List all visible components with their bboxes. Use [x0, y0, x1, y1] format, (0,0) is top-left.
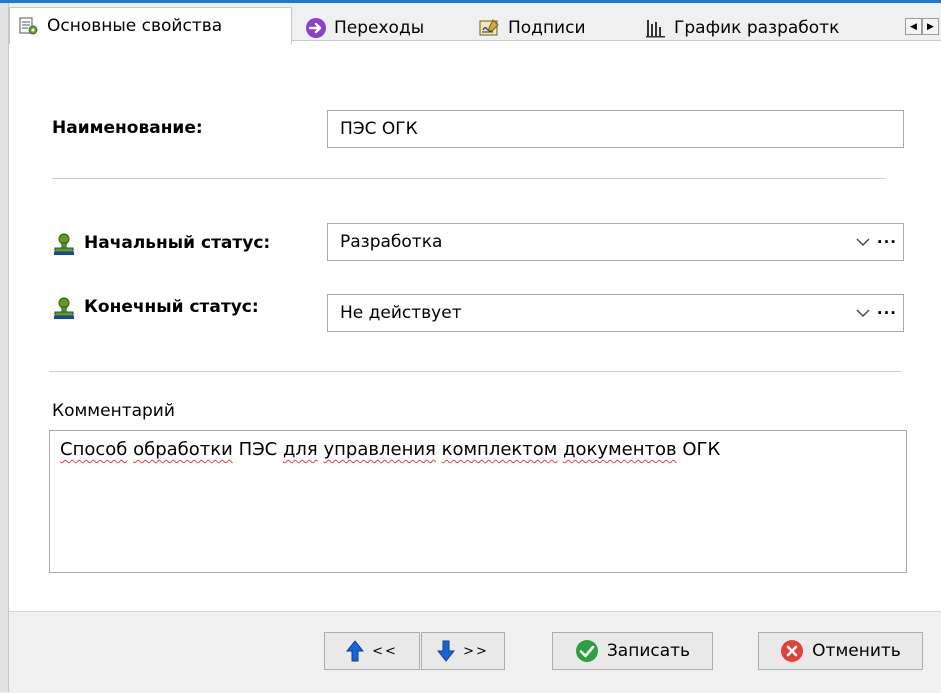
tab-label: Переходы	[334, 17, 425, 38]
chevron-down-icon[interactable]	[856, 224, 870, 260]
end-status-combobox[interactable]: Не действует ···	[327, 294, 904, 332]
start-status-value: Разработка	[340, 232, 443, 252]
chevron-down-icon[interactable]	[856, 295, 870, 331]
arrow-down-icon	[437, 640, 456, 662]
comment-word: управления	[323, 439, 436, 460]
comment-word: документов	[563, 439, 677, 460]
previous-label: <<	[372, 643, 398, 659]
comment-textarea[interactable]: Способ обработки ПЭС для управления комп…	[49, 430, 907, 573]
window-left-border	[0, 3, 9, 692]
tab-scroll-left-button[interactable]: ◀	[905, 18, 922, 35]
comment-label: Комментарий	[52, 401, 175, 421]
start-status-combobox[interactable]: Разработка ···	[327, 223, 904, 261]
ellipsis-button[interactable]: ···	[877, 295, 897, 331]
bar-chart-icon	[646, 19, 665, 37]
next-label: >>	[463, 643, 489, 659]
comment-word: ОГК	[682, 439, 721, 460]
save-button[interactable]: Записать	[552, 632, 713, 670]
cancel-label: Отменить	[812, 641, 901, 661]
transition-arrow-icon	[306, 17, 326, 38]
save-label: Записать	[606, 641, 691, 661]
tab-label: Основные свойства	[47, 16, 223, 36]
check-circle-icon	[575, 640, 598, 662]
comment-word: Способ	[60, 439, 128, 460]
cancel-button[interactable]: Отменить	[758, 632, 923, 670]
status-stamp-icon	[54, 297, 74, 319]
comment-word: ПЭС	[238, 439, 278, 460]
tab-scroll-right-button[interactable]: ▶	[922, 18, 939, 35]
cancel-circle-icon	[781, 640, 804, 662]
tab-bar: Основные свойства Переходы Подписи Графи…	[9, 3, 941, 44]
comment-word: обработки	[133, 439, 233, 460]
name-label: Наименование:	[52, 118, 203, 138]
separator	[49, 371, 901, 372]
comment-word: комплектом	[441, 439, 558, 460]
comment-word: для	[282, 439, 318, 460]
tab-development-schedule[interactable]: График разработк	[645, 14, 891, 41]
end-status-value: Не действует	[340, 303, 462, 323]
properties-icon	[19, 17, 38, 35]
previous-record-button[interactable]: <<	[324, 632, 420, 670]
tab-main-properties[interactable]: Основные свойства	[9, 7, 292, 44]
status-stamp-icon	[54, 233, 74, 255]
tab-scroll-buttons: ◀ ▶	[905, 18, 939, 35]
name-input[interactable]: ПЭС ОГК	[327, 110, 904, 148]
tab-transitions[interactable]: Переходы	[305, 14, 455, 41]
separator	[52, 178, 886, 179]
tab-signatures[interactable]: Подписи	[479, 14, 624, 41]
next-record-button[interactable]: >>	[421, 632, 505, 670]
tab-label: График разработк	[674, 17, 840, 38]
end-status-label: Конечный статус:	[84, 297, 259, 317]
ellipsis-button[interactable]: ···	[877, 224, 897, 260]
signature-icon	[479, 18, 499, 35]
button-bar: << >> Записать Отменить	[9, 611, 941, 693]
arrow-up-icon	[346, 640, 365, 662]
tab-label: Подписи	[508, 17, 586, 38]
start-status-label: Начальный статус:	[84, 233, 271, 253]
